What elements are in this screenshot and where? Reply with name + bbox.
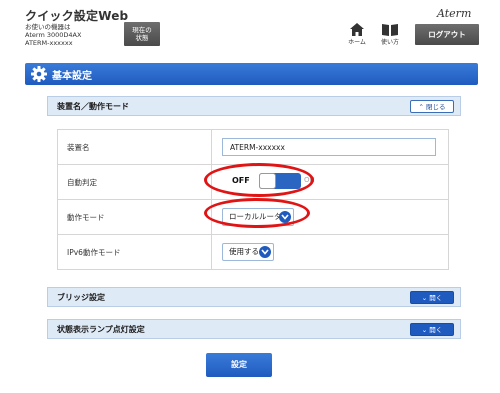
section-bridge-open-button[interactable]: ⌄ 開く [410, 291, 454, 304]
device-info: お使いの機器は Aterm 3000D4AX ATERM-xxxxxx [25, 23, 81, 47]
chevron-down-icon: ⌄ [421, 326, 428, 334]
gear-icon [31, 66, 47, 82]
section-bridge-title: ブリッジ設定 [57, 293, 105, 302]
home-icon [350, 23, 364, 36]
section-device-mode-close-button[interactable]: ⌃ 閉じる [410, 100, 454, 113]
open-label: 開く [429, 326, 443, 334]
table-row: IPv6動作モード 使用する [57, 234, 449, 270]
ipv6-mode-label: IPv6動作モード [57, 234, 212, 270]
chevron-down-icon [259, 246, 271, 258]
close-label: 閉じる [426, 103, 446, 111]
home-label: ホーム [348, 39, 366, 46]
highlight-ring-mode [204, 198, 310, 228]
header: クイック設定Web お使いの機器は Aterm 3000D4AX ATERM-x… [0, 0, 500, 52]
device-info-line: お使いの機器は [25, 23, 71, 31]
device-name-input[interactable] [222, 138, 436, 156]
section-lamp-title: 状態表示ランプ点灯設定 [57, 325, 145, 334]
section-device-mode: 装置名／動作モード ⌃ 閉じる [47, 96, 461, 116]
page-title-bar: 基本設定 [25, 63, 478, 85]
table-row: 装置名 [57, 129, 449, 165]
current-status-label-2: 状態 [135, 34, 149, 42]
section-lamp-open-button[interactable]: ⌄ 開く [410, 323, 454, 336]
brand-logo: Aterm [437, 7, 472, 20]
device-info-model: Aterm 3000D4AX [25, 31, 82, 39]
help-label: 使い方 [380, 39, 399, 46]
submit-button[interactable]: 設定 [206, 353, 272, 377]
open-label: 開く [429, 294, 443, 302]
logout-button[interactable]: ログアウト [415, 24, 479, 45]
device-info-name: ATERM-xxxxxx [25, 39, 73, 47]
book-icon [382, 24, 398, 36]
help-button[interactable]: 使い方 [378, 23, 402, 46]
device-name-label: 装置名 [57, 129, 212, 165]
chevron-down-icon: ⌄ [421, 294, 428, 302]
highlight-ring-auto-detect [204, 163, 314, 197]
section-bridge: ブリッジ設定 ⌄ 開く [47, 287, 461, 307]
ipv6-select-value: 使用する [229, 247, 259, 256]
home-button[interactable]: ホーム [345, 23, 369, 46]
device-name-cell [211, 129, 449, 165]
page-title: 基本設定 [52, 71, 92, 82]
current-status-button[interactable]: 現在の 状態 [124, 22, 160, 46]
mode-label: 動作モード [57, 199, 212, 235]
section-device-mode-title: 装置名／動作モード [57, 102, 129, 111]
ipv6-mode-cell: 使用する [211, 234, 449, 270]
auto-detect-label: 自動判定 [57, 164, 212, 200]
app-title: クイック設定Web [25, 9, 129, 23]
section-lamp: 状態表示ランプ点灯設定 ⌄ 開く [47, 319, 461, 339]
ipv6-mode-select[interactable]: 使用する [222, 243, 274, 261]
chevron-up-icon: ⌃ [418, 103, 424, 111]
current-status-label-1: 現在の [132, 26, 152, 34]
